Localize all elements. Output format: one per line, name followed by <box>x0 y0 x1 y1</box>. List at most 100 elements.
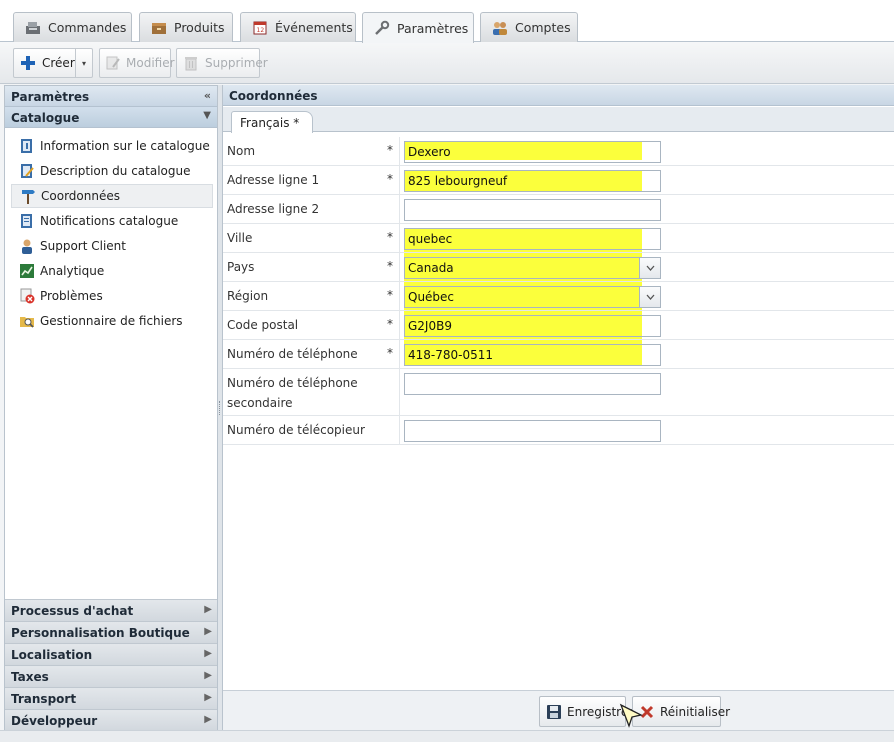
fax-field[interactable] <box>404 420 661 442</box>
chevron-down-icon[interactable] <box>639 287 660 307</box>
secondary-phone-field[interactable] <box>404 373 661 395</box>
sidebar-item-coordonnees[interactable]: Coordonnées <box>11 184 213 208</box>
required-marker: * <box>387 288 393 302</box>
accordion-taxes[interactable]: Taxes ▶ <box>5 665 217 687</box>
field-label: Adresse ligne 2 <box>227 202 320 216</box>
folder-search-icon <box>19 313 35 329</box>
save-button[interactable]: Enregistrer <box>539 696 633 727</box>
sidebar-title-text: Paramètres <box>11 90 90 104</box>
form-row-adresse-1: Adresse ligne 1 * 825 lebourgneuf <box>223 166 894 195</box>
postal-code-field[interactable]: G2J0B9 <box>404 315 661 337</box>
sidebar-section-label: Catalogue <box>11 111 80 125</box>
form-footer: Enregistrer Réinitialiser <box>223 690 894 730</box>
accordion-developpeur[interactable]: Développeur ▶ <box>5 709 217 730</box>
sidebar-item-description-catalogue[interactable]: Description du catalogue <box>11 159 213 183</box>
toolbar: Créer ▾ Modifier Supprimer <box>0 42 894 84</box>
tab-label: Paramètres <box>397 20 469 36</box>
main-tab-bar: Commandes Produits 12 Événements Paramèt… <box>0 0 894 43</box>
sidebar-item-label: Analytique <box>40 264 105 278</box>
form-row-nom: Nom * Dexero <box>223 137 894 166</box>
create-label: Créer <box>42 56 75 70</box>
sidebar-item-label: Gestionnaire de fichiers <box>40 314 183 328</box>
sidebar-item-analytique[interactable]: Analytique <box>11 259 213 283</box>
field-label: Nom <box>227 144 256 158</box>
city-field[interactable]: quebec <box>404 228 661 250</box>
sidebar-item-label: Description du catalogue <box>40 164 191 178</box>
sidebar-item-label: Coordonnées <box>41 189 120 203</box>
sidebar-item-gestionnaire-fichiers[interactable]: Gestionnaire de fichiers <box>11 309 213 333</box>
collapse-icon[interactable]: « <box>204 89 211 102</box>
modify-button[interactable]: Modifier <box>99 48 175 78</box>
triangle-right-icon: ▶ <box>204 626 212 637</box>
coordonnees-panel: Coordonnées Français * Nom * Dexero Adre… <box>222 85 894 730</box>
edit-icon <box>105 55 121 71</box>
tab-commandes[interactable]: Commandes <box>13 12 132 42</box>
accordion-label: Personnalisation Boutique <box>11 626 190 640</box>
region-select[interactable]: Québec <box>404 286 661 308</box>
triangle-right-icon: ▶ <box>204 648 212 659</box>
settings-sidebar: Paramètres « Catalogue ▼ Information sur… <box>4 85 218 730</box>
sidebar-title: Paramètres « <box>5 86 217 107</box>
triangle-down-icon: ▼ <box>203 110 211 121</box>
splitter-grip <box>219 401 221 415</box>
create-dropdown-icon[interactable]: ▾ <box>75 49 92 77</box>
bottom-status-strip <box>0 730 894 742</box>
modify-label: Modifier <box>126 56 175 70</box>
sidebar-item-problemes[interactable]: Problèmes <box>11 284 213 308</box>
triangle-right-icon: ▶ <box>204 714 212 725</box>
register-icon <box>24 20 42 36</box>
field-label: Code postal <box>227 318 299 332</box>
tab-evenements[interactable]: 12 Événements <box>240 12 356 42</box>
signpost-icon <box>20 188 36 204</box>
sidebar-item-label: Notifications catalogue <box>40 214 179 228</box>
field-label: Pays <box>227 260 255 274</box>
chevron-down-icon[interactable] <box>639 258 660 278</box>
tab-francais[interactable]: Français * <box>231 111 313 133</box>
edit-book-icon <box>19 163 35 179</box>
address-line2-field[interactable] <box>404 199 661 221</box>
box-icon <box>150 20 168 36</box>
accordion-transport[interactable]: Transport ▶ <box>5 687 217 709</box>
tab-produits[interactable]: Produits <box>139 12 233 42</box>
support-user-icon <box>19 238 35 254</box>
accordion-localisation[interactable]: Localisation ▶ <box>5 643 217 665</box>
floppy-disk-icon <box>546 704 562 720</box>
address-line1-field[interactable]: 825 lebourgneuf <box>404 170 661 192</box>
accordion-processus-achat[interactable]: Processus d'achat ▶ <box>5 599 217 621</box>
sidebar-item-support-client[interactable]: Support Client <box>11 234 213 258</box>
tab-comptes[interactable]: Comptes <box>480 12 578 42</box>
field-label: Région <box>227 289 269 303</box>
delete-label: Supprimer <box>205 56 268 70</box>
name-field[interactable]: Dexero <box>404 141 661 163</box>
calendar-icon: 12 <box>251 20 269 36</box>
reset-button[interactable]: Réinitialiser <box>632 696 730 727</box>
country-select-value: Canada <box>408 261 454 275</box>
sidebar-item-label: Support Client <box>40 239 126 253</box>
sidebar-item-notifications[interactable]: Notifications catalogue <box>11 209 213 233</box>
tab-label: Événements <box>275 20 353 35</box>
label-column-divider <box>399 137 400 445</box>
phone-field[interactable]: 418-780-0511 <box>404 344 661 366</box>
country-select[interactable]: Canada <box>404 257 661 279</box>
required-marker: * <box>387 230 393 244</box>
delete-button[interactable]: Supprimer <box>176 48 268 78</box>
form-row-ville: Ville * quebec <box>223 224 894 253</box>
tab-label: Commandes <box>48 20 127 35</box>
mouse-pointer-icon <box>619 703 645 732</box>
form-row-telephone: Numéro de téléphone * 418-780-0511 <box>223 340 894 369</box>
tab-label: Comptes <box>515 20 571 35</box>
language-tab-bar: Français * <box>223 107 894 133</box>
warning-icon <box>19 288 35 304</box>
wrench-icon <box>373 20 391 36</box>
accordion-personnalisation-boutique[interactable]: Personnalisation Boutique ▶ <box>5 621 217 643</box>
tab-parametres[interactable]: Paramètres <box>362 12 474 43</box>
triangle-right-icon: ▶ <box>204 692 212 703</box>
sidebar-section-catalogue[interactable]: Catalogue ▼ <box>5 107 217 128</box>
panel-title: Coordonnées <box>223 85 894 106</box>
required-marker: * <box>387 317 393 331</box>
sidebar-item-label: Problèmes <box>40 289 103 303</box>
accordion-label: Processus d'achat <box>11 604 134 618</box>
accordion-label: Développeur <box>11 714 98 728</box>
sidebar-item-information-catalogue[interactable]: Information sur le catalogue <box>11 134 213 158</box>
create-button[interactable]: Créer ▾ <box>13 48 93 78</box>
